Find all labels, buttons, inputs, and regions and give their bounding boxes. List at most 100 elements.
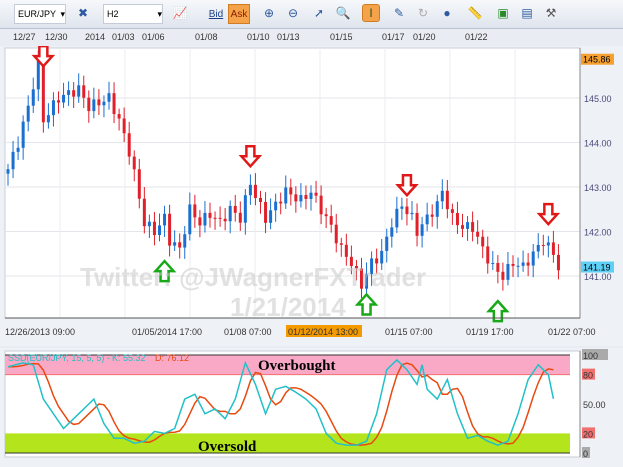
candle: [208, 212, 212, 218]
candle: [551, 242, 555, 255]
cursor-icon[interactable]: ➚: [310, 4, 328, 22]
refresh-icon[interactable]: ↻: [414, 4, 432, 22]
candle: [112, 93, 116, 115]
toolbar: EUR/JPY ▾ ✖ H2 ▾ 📈 Bid Ask ⊕ ⊖ ➚ 🔍 I ✎ ↻ ●…: [0, 0, 623, 29]
candle: [461, 225, 464, 229]
candle: [198, 217, 202, 226]
zoom-icon[interactable]: 🔍: [334, 4, 352, 22]
top-date-label: 01/13: [277, 32, 300, 42]
globe-icon[interactable]: ●: [438, 4, 456, 22]
candle: [26, 105, 30, 122]
candle: [420, 224, 424, 236]
candle: [334, 224, 338, 244]
candle: [213, 217, 217, 219]
top-date-label: 01/06: [142, 32, 165, 42]
candle: [253, 184, 257, 198]
candle: [541, 244, 545, 246]
candle: [158, 225, 161, 236]
zoom-out-icon[interactable]: ⊖: [284, 4, 302, 22]
stoch-axis-label: 20: [583, 429, 593, 439]
candle: [430, 214, 434, 217]
candle: [466, 222, 470, 229]
candle: [107, 93, 111, 102]
candle: [6, 169, 10, 174]
top-date-label: 01/20: [413, 32, 436, 42]
top-date-label: 12/27: [13, 32, 36, 42]
candle: [87, 97, 91, 112]
candle: [243, 195, 247, 223]
timeframe-value: H2: [107, 9, 119, 19]
candle: [31, 89, 35, 106]
candle: [203, 212, 207, 226]
candle: [51, 100, 55, 116]
candle: [329, 216, 333, 225]
crosshair-icon[interactable]: I: [362, 4, 380, 22]
top-date-label: 01/03: [112, 32, 135, 42]
high-badge-text: 145.86: [583, 55, 611, 65]
bid-button[interactable]: Bid: [205, 4, 227, 24]
tools-icon[interactable]: ⚒: [542, 4, 560, 22]
candle: [536, 244, 540, 252]
ask-button[interactable]: Ask: [228, 4, 250, 24]
candle: [309, 192, 313, 199]
image-icon[interactable]: ▣: [494, 4, 512, 22]
candle: [72, 90, 76, 97]
top-date-label: 2014: [85, 32, 106, 42]
candle: [294, 194, 298, 202]
current-price-text: 141.19: [583, 263, 611, 273]
candle: [339, 243, 343, 245]
zoom-in-icon[interactable]: ⊕: [260, 4, 278, 22]
stoch-axis-label: 50.00: [583, 400, 606, 410]
symbol-value: EUR/JPY: [18, 9, 57, 19]
timeframe-select[interactable]: H2 ▾: [103, 4, 163, 24]
candle: [137, 169, 141, 199]
price-axis-label: 141.00: [584, 272, 612, 282]
stochastic-panel[interactable]: 100 80 50.00 20 0 SSD(EUR/JPY, 15, 5, 5) - K: …: [0, 348, 623, 467]
top-date-label: 12/30: [45, 32, 68, 42]
time-axis-label: 01/15 07:00: [385, 327, 433, 337]
price-axis-label: 143.00: [584, 183, 612, 193]
candle: [21, 121, 25, 148]
candle: [314, 192, 318, 196]
candle: [82, 85, 86, 98]
candle: [491, 262, 495, 264]
oversold-label: Oversold: [198, 439, 257, 455]
stoch-k-value: K: 55.32: [112, 353, 146, 363]
candle: [62, 94, 66, 103]
candle: [173, 242, 177, 246]
candle: [163, 213, 167, 226]
top-date-label: 01/10: [247, 32, 270, 42]
ruler-icon[interactable]: 📏: [466, 4, 484, 22]
candle: [546, 242, 550, 246]
candle: [506, 263, 510, 280]
candle: [117, 114, 121, 119]
stoch-axis-label: 100: [583, 351, 598, 361]
candle: [516, 265, 520, 267]
candle: [415, 212, 419, 236]
stoch-axis-label: 0: [583, 449, 588, 459]
chevron-down-icon: ▾: [157, 8, 162, 19]
candle: [501, 271, 505, 280]
note-icon[interactable]: ✎: [390, 4, 408, 22]
candle: [304, 195, 308, 199]
print-icon[interactable]: ▤: [518, 4, 536, 22]
top-date-label: 01/17: [382, 32, 405, 42]
chart-type-icon[interactable]: 📈: [171, 4, 189, 22]
time-axis-label: 01/22 07:00: [548, 327, 596, 337]
candle: [445, 190, 449, 210]
candle: [218, 217, 222, 219]
candle: [284, 187, 288, 204]
candle: [395, 208, 399, 228]
watermark-handle: Twitter: @JWagnerFXTrader: [80, 262, 427, 292]
indicator-icon[interactable]: ✖: [74, 4, 92, 22]
candle: [324, 214, 328, 217]
candle: [440, 190, 444, 202]
candle: [269, 210, 273, 223]
candle: [147, 221, 151, 227]
candle: [67, 90, 71, 95]
watermark-date: 1/21/2014: [230, 292, 346, 322]
symbol-select[interactable]: EUR/JPY ▾: [14, 4, 66, 24]
top-date-label: 01/08: [195, 32, 218, 42]
candle: [425, 214, 429, 225]
candle: [289, 187, 293, 195]
